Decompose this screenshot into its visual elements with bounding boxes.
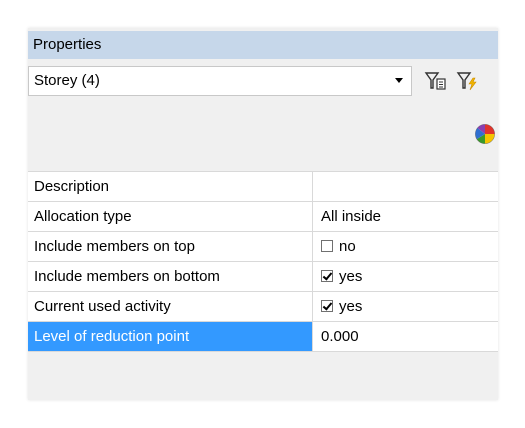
- dropdown-value: Storey (4): [34, 72, 100, 89]
- properties-panel: Properties Storey (4) Description Alloca…: [28, 28, 498, 400]
- property-row-description[interactable]: Description: [28, 172, 498, 202]
- property-value[interactable]: All inside: [314, 202, 498, 231]
- panel-title: Properties: [28, 31, 498, 59]
- property-row-current-used-activity[interactable]: Current used activity yes: [28, 292, 498, 322]
- checkbox-label: yes: [339, 268, 363, 285]
- color-pie-icon[interactable]: [474, 123, 496, 145]
- property-row-level-reduction-point[interactable]: Level of reduction point 0.000: [28, 322, 498, 352]
- property-name: Current used activity: [28, 292, 313, 321]
- property-value-checkbox[interactable]: no: [314, 232, 498, 261]
- property-value-checkbox[interactable]: yes: [314, 292, 498, 321]
- checkbox-label: no: [339, 238, 356, 255]
- property-name: Level of reduction point: [28, 322, 313, 351]
- property-row-include-members-bottom[interactable]: Include members on bottom yes: [28, 262, 498, 292]
- checkbox[interactable]: [321, 300, 333, 312]
- property-name: Description: [28, 172, 313, 201]
- property-grid: Description Allocation type All inside I…: [28, 171, 498, 352]
- filter-quick-icon[interactable]: [456, 70, 480, 92]
- checkbox-label: yes: [339, 298, 363, 315]
- property-name: Include members on bottom: [28, 262, 313, 291]
- property-row-include-members-top[interactable]: Include members on top no: [28, 232, 498, 262]
- chevron-down-icon[interactable]: [395, 78, 403, 83]
- property-name: Include members on top: [28, 232, 313, 261]
- selection-dropdown[interactable]: Storey (4): [28, 66, 412, 96]
- filter-settings-icon[interactable]: [424, 70, 448, 92]
- checkbox[interactable]: [321, 240, 333, 252]
- property-value[interactable]: [314, 172, 498, 201]
- property-row-allocation-type[interactable]: Allocation type All inside: [28, 202, 498, 232]
- checkbox[interactable]: [321, 270, 333, 282]
- property-value-checkbox[interactable]: yes: [314, 262, 498, 291]
- property-value[interactable]: 0.000: [314, 322, 498, 351]
- property-name: Allocation type: [28, 202, 313, 231]
